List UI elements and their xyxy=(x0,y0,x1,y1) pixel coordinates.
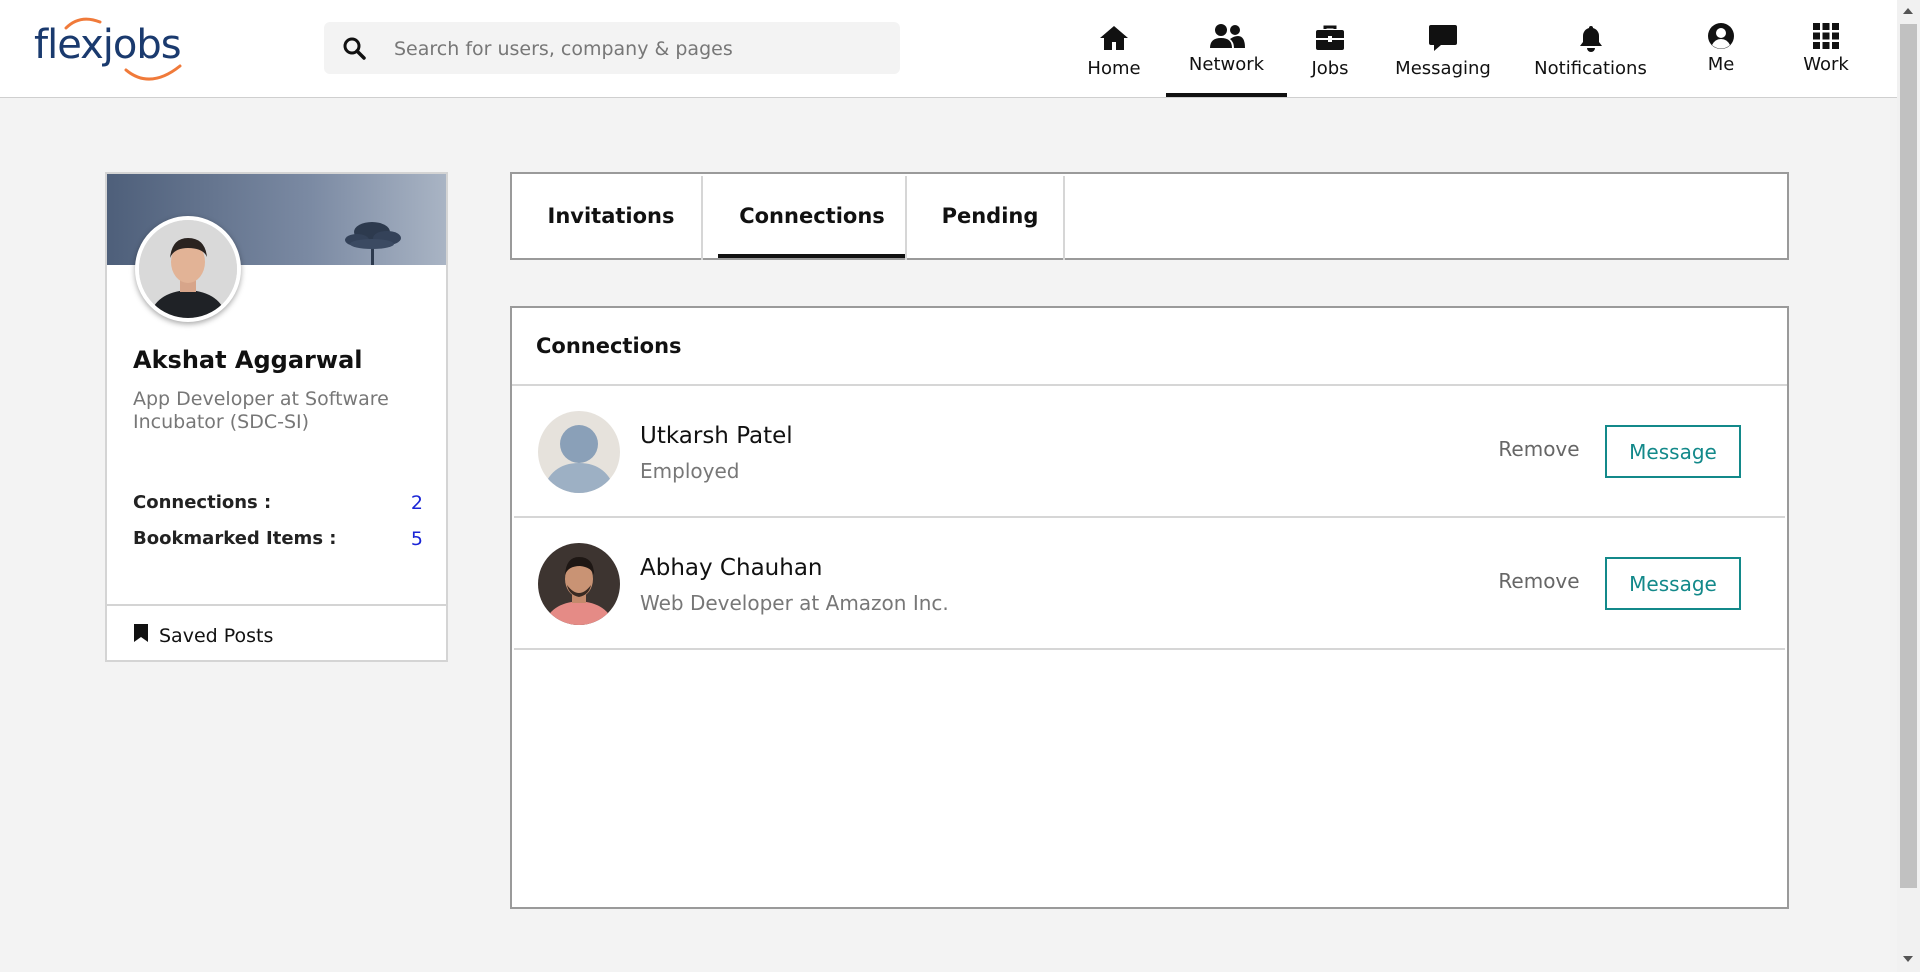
flexjobs-logo[interactable]: flexjobs xyxy=(30,14,185,84)
network-icon xyxy=(1209,22,1245,50)
nav-label: Jobs xyxy=(1311,58,1349,79)
nav-home[interactable]: Home xyxy=(1086,0,1142,97)
scroll-down-arrow[interactable] xyxy=(1903,956,1913,962)
user-circle-icon xyxy=(1707,22,1735,50)
nav-label: Home xyxy=(1087,58,1141,79)
nav-me[interactable]: Me xyxy=(1705,0,1737,97)
saved-posts-link[interactable]: Saved Posts xyxy=(133,623,273,648)
nav-label: Messaging xyxy=(1395,58,1491,79)
nav-label: Work xyxy=(1803,54,1849,75)
nav-work[interactable]: Work xyxy=(1801,0,1851,97)
message-icon xyxy=(1428,24,1458,52)
nav-label: Notifications xyxy=(1534,58,1647,79)
nav-label: Me xyxy=(1707,54,1735,75)
scrollbar-thumb[interactable] xyxy=(1900,24,1917,888)
stat-label: Bookmarked Items : xyxy=(133,528,337,549)
tab-label: Invitations xyxy=(547,204,675,228)
connections-panel: Connections Utkarsh Patel Employed Remov… xyxy=(510,306,1789,909)
remove-connection-button[interactable]: Remove xyxy=(1474,554,1604,608)
bookmark-icon xyxy=(133,623,149,648)
tab-label: Pending xyxy=(941,204,1039,228)
stat-value: 5 xyxy=(410,528,423,550)
message-button[interactable]: Message xyxy=(1605,557,1741,610)
connection-name[interactable]: Abhay Chauhan xyxy=(640,555,822,581)
search-icon[interactable] xyxy=(342,36,366,60)
home-icon xyxy=(1098,24,1130,52)
connection-row: Utkarsh Patel Employed Remove Message xyxy=(514,386,1785,518)
scroll-up-arrow[interactable] xyxy=(1903,8,1913,14)
profile-headline: App Developer at Software Incubator (SDC… xyxy=(133,388,389,433)
connection-row: Abhay Chauhan Web Developer at Amazon In… xyxy=(514,518,1785,650)
tab-pending[interactable]: Pending xyxy=(907,174,1073,258)
panel-title: Connections xyxy=(536,334,682,358)
grid-icon xyxy=(1812,22,1840,50)
saved-posts-label: Saved Posts xyxy=(159,624,274,647)
connection-avatar[interactable] xyxy=(538,543,620,625)
search-bar xyxy=(324,22,900,76)
tab-separator xyxy=(701,176,703,260)
profile-avatar[interactable] xyxy=(135,216,241,322)
connection-subtitle: Employed xyxy=(640,459,740,483)
connection-subtitle: Web Developer at Amazon Inc. xyxy=(640,591,949,615)
tab-connections[interactable]: Connections xyxy=(718,174,906,258)
stat-bookmarked-items[interactable]: Bookmarked Items : 5 xyxy=(133,528,423,550)
stat-label: Connections : xyxy=(133,492,272,513)
connection-avatar[interactable] xyxy=(538,411,620,493)
nav-network[interactable]: Network xyxy=(1166,0,1287,97)
network-tabs: Invitations Connections Pending xyxy=(510,172,1789,260)
nav-notifications[interactable]: Notifications xyxy=(1534,0,1647,97)
remove-connection-button[interactable]: Remove xyxy=(1474,422,1604,476)
stat-connections[interactable]: Connections : 2 xyxy=(133,492,423,514)
page-scrollbar[interactable] xyxy=(1897,0,1920,972)
profile-card: Akshat Aggarwal App Developer at Softwar… xyxy=(105,172,448,662)
tab-invitations[interactable]: Invitations xyxy=(547,174,675,258)
message-button[interactable]: Message xyxy=(1605,425,1741,478)
search-input[interactable] xyxy=(392,22,886,76)
divider xyxy=(107,604,446,606)
bell-icon xyxy=(1577,24,1605,52)
connection-name[interactable]: Utkarsh Patel xyxy=(640,423,793,449)
svg-text:flexjobs: flexjobs xyxy=(34,22,181,68)
tab-label: Connections xyxy=(739,204,885,228)
nav-label: Network xyxy=(1188,54,1265,75)
nav-jobs[interactable]: Jobs xyxy=(1310,0,1350,97)
briefcase-icon xyxy=(1315,24,1345,52)
nav-messaging[interactable]: Messaging xyxy=(1395,0,1491,97)
profile-name[interactable]: Akshat Aggarwal xyxy=(133,346,363,374)
top-navbar: flexjobs Home Network Jobs Messaging xyxy=(0,0,1897,98)
stat-value: 2 xyxy=(410,492,423,514)
tab-separator xyxy=(1063,176,1065,260)
